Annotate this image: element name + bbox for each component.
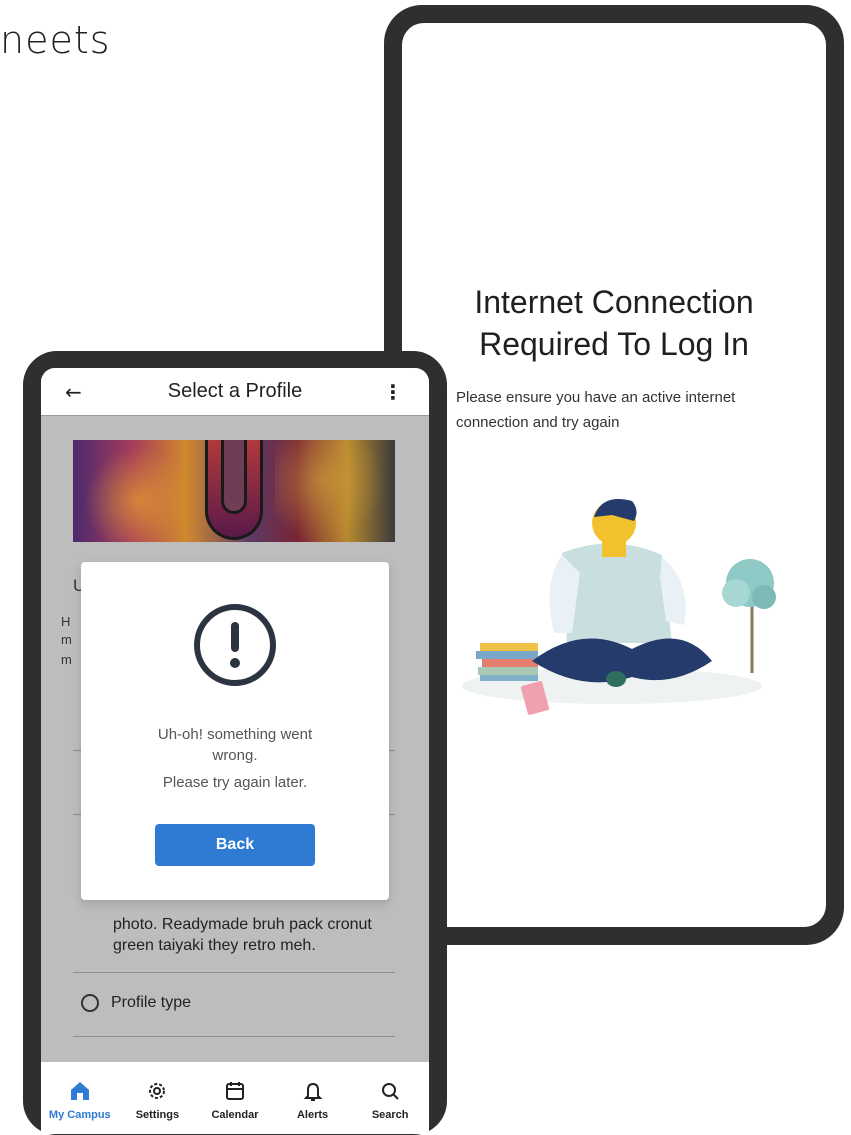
nav-label: Search: [371, 1109, 409, 1121]
divider: [73, 972, 395, 973]
background-text-fragment: m: [61, 652, 72, 667]
nav-label: Alerts: [296, 1109, 329, 1121]
connection-message: Please ensure you have an active interne…: [456, 389, 736, 431]
profile-type-label: Profile type: [111, 994, 192, 1011]
bottom-navigation: My Campus Settings Calendar Alerts Searc…: [41, 1062, 429, 1134]
page-title: Select a Profile: [167, 380, 303, 402]
nav-calendar[interactable]: Calendar: [200, 1079, 270, 1121]
gear-icon: [145, 1079, 169, 1103]
banner-u-inner: [221, 440, 247, 514]
banner-glow-right: [275, 440, 395, 542]
nav-label: Calendar: [211, 1109, 259, 1121]
error-message: Uh-oh! something went wrong.: [157, 726, 313, 764]
thinking-person-illustration: [462, 499, 776, 715]
error-submessage: Please try again later.: [162, 774, 308, 791]
app-bar: ← Select a Profile ⋮: [41, 368, 429, 416]
divider: [73, 1036, 395, 1037]
left-phone: ← Select a Profile ⋮ U H m m photo. Read…: [23, 351, 447, 1135]
banner-glow-left: [73, 440, 183, 542]
bell-icon: [301, 1079, 325, 1103]
background-text-fragment: H: [61, 614, 71, 629]
left-phone-screen: ← Select a Profile ⋮ U H m m photo. Read…: [41, 368, 429, 1134]
nav-search[interactable]: Search: [355, 1079, 425, 1121]
nav-settings[interactable]: Settings: [122, 1079, 192, 1121]
calendar-icon: [223, 1079, 247, 1103]
back-button[interactable]: Back: [155, 824, 315, 866]
nav-label: Settings: [135, 1109, 180, 1121]
right-phone-screen: Internet Connection Required To Log In P…: [402, 23, 826, 927]
exclamation-circle-icon: [194, 604, 276, 686]
home-icon: [68, 1079, 92, 1103]
connection-title: Internet Connection Required To Log In: [474, 284, 754, 362]
nav-alerts[interactable]: Alerts: [278, 1079, 348, 1121]
background-heading-fragment: neets: [0, 18, 111, 62]
profile-banner-image: [73, 440, 395, 542]
more-options-icon[interactable]: ⋮: [383, 380, 403, 404]
right-phone: Internet Connection Required To Log In P…: [384, 5, 844, 945]
radio-button[interactable]: [81, 994, 99, 1012]
back-arrow-icon[interactable]: ←: [65, 380, 82, 404]
nav-my-campus[interactable]: My Campus: [45, 1079, 115, 1121]
error-dialog: Uh-oh! something went wrong. Please try …: [81, 562, 389, 900]
profile-type-option[interactable]: Profile type: [81, 994, 191, 1012]
search-icon: [378, 1079, 402, 1103]
background-paragraph: photo. Readymade bruh pack cronut green …: [113, 916, 372, 954]
background-text-fragment: m: [61, 632, 72, 647]
nav-label: My Campus: [48, 1109, 111, 1121]
